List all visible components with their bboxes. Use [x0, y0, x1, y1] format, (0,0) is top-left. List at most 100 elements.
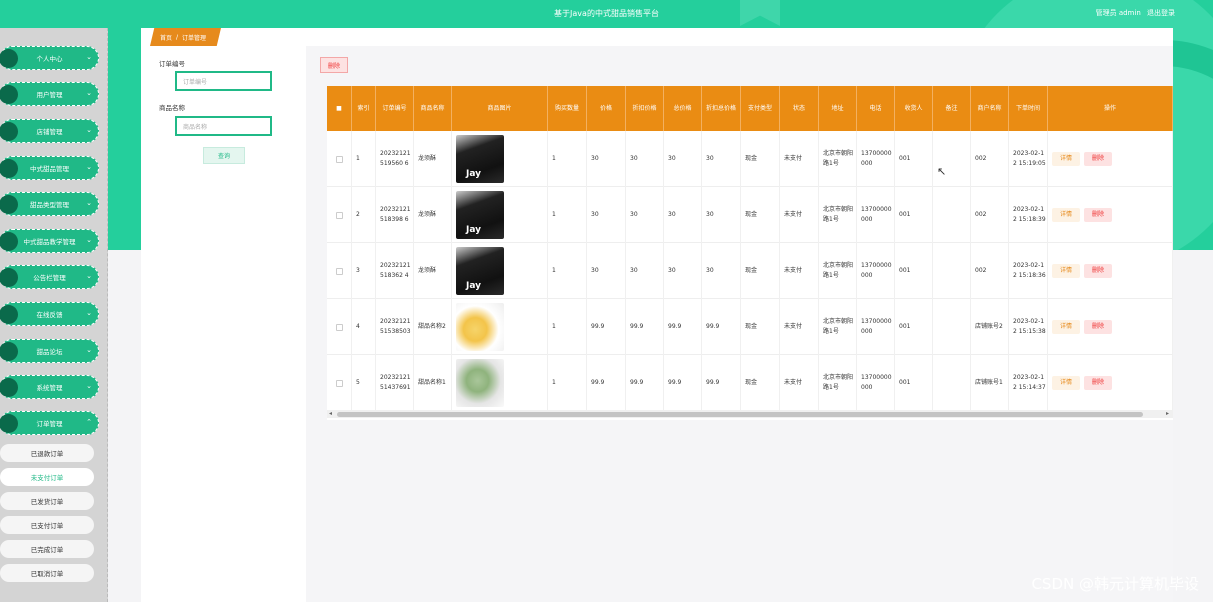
scroll-left-icon[interactable]: ◂	[329, 410, 332, 417]
sidebar-item-6[interactable]: 中式甜品教学管理 ⌄	[0, 229, 99, 253]
product-image-cell	[452, 355, 548, 411]
cell-name: 龙须酥	[414, 187, 452, 243]
cell-status: 未支付	[780, 187, 819, 243]
row-checkbox[interactable]	[335, 323, 343, 331]
delete-button[interactable]: 删除	[1084, 376, 1112, 390]
logout-link[interactable]: 退出登录	[1147, 9, 1175, 17]
cell-pay: 现金	[741, 243, 780, 299]
chevron-down-icon: ⌄	[86, 309, 92, 317]
sidebar-item-label: 系统管理	[36, 384, 63, 392]
submenu-item-4[interactable]: 已支付订单	[0, 516, 94, 534]
cell-pay: 现金	[741, 355, 780, 411]
cell-qty: 1	[548, 299, 587, 355]
breadcrumb: 首页 / 订单管理	[150, 28, 221, 46]
row-actions: 详情 删除	[1048, 243, 1173, 299]
detail-button[interactable]: 详情	[1052, 264, 1080, 278]
delete-button[interactable]: 删除	[1084, 320, 1112, 334]
sidebar-item-9[interactable]: 甜品论坛 ⌄	[0, 339, 99, 363]
chevron-down-icon: ⌄	[86, 53, 92, 61]
detail-button[interactable]: 详情	[1052, 376, 1080, 390]
query-button[interactable]: 查询	[203, 147, 245, 164]
menu-bullet-icon	[0, 342, 18, 361]
cell-qty: 1	[548, 187, 587, 243]
delete-button[interactable]: 删除	[1084, 152, 1112, 166]
menu-bullet-icon	[0, 378, 18, 397]
scroll-right-icon[interactable]: ▸	[1166, 410, 1169, 417]
cell-total: 99.9	[664, 299, 702, 355]
sidebar-item-10[interactable]: 系统管理 ⌄	[0, 375, 99, 399]
submenu-item-2[interactable]: 未支付订单	[0, 468, 94, 486]
chevron-down-icon: ⌄	[86, 89, 92, 97]
menu-bullet-icon	[0, 195, 18, 214]
watermark: CSDN @韩元计算机毕设	[1031, 575, 1199, 593]
cell-phone: 13700000000	[857, 243, 895, 299]
cell-note	[933, 243, 971, 299]
submenu-item-1[interactable]: 已退款订单	[0, 444, 94, 462]
breadcrumb-home[interactable]: 首页	[160, 33, 172, 42]
row-checkbox[interactable]	[335, 379, 343, 387]
cell-name: 甜品名称1	[414, 355, 452, 411]
menu-bullet-icon	[0, 268, 18, 287]
column-header-1: 索引	[352, 86, 376, 131]
cell-pay: 现金	[741, 299, 780, 355]
cell-disc_total: 30	[702, 187, 741, 243]
sidebar-item-label: 中式甜品教学管理	[23, 238, 76, 246]
cell-shop: 002	[971, 187, 1009, 243]
cell-recv: 001	[895, 243, 933, 299]
cell-recv: 001	[895, 299, 933, 355]
submenu-item-3[interactable]: 已发货订单	[0, 492, 94, 510]
column-header-6: 价格	[587, 86, 626, 131]
scrollbar-thumb[interactable]	[337, 412, 1143, 417]
delete-button[interactable]: 删除	[1084, 264, 1112, 278]
order-table: ■ 索引 订单编号 商品名称 商品图片 购买数量 价格 折扣价格 总价格 折扣总价格 支付类型 状态地…	[327, 86, 1173, 420]
column-header-5: 购买数量	[548, 86, 587, 131]
sidebar-item-8[interactable]: 在线反馈 ⌄	[0, 302, 99, 326]
product-name-input[interactable]: 商品名称	[175, 116, 272, 136]
cell-time: 2023-02-12 15:19:05	[1009, 131, 1048, 187]
cell-disc: 99.9	[626, 355, 664, 411]
column-header-0[interactable]: ■	[327, 86, 352, 131]
column-header-14: 收货人	[895, 86, 933, 131]
batch-delete-button[interactable]: 删除	[320, 57, 348, 73]
cell-disc: 30	[626, 187, 664, 243]
sidebar-item-1[interactable]: 个人中心 ⌄	[0, 46, 99, 70]
cell-recv: 001	[895, 355, 933, 411]
detail-button[interactable]: 详情	[1052, 320, 1080, 334]
table-header: ■ 索引 订单编号 商品名称 商品图片 购买数量 价格 折扣价格 总价格 折扣总价格 支付类型 状态地…	[327, 86, 1173, 131]
delete-button[interactable]: 删除	[1084, 208, 1112, 222]
sidebar-item-4[interactable]: 中式甜品管理 ⌄	[0, 156, 99, 180]
row-checkbox[interactable]	[335, 267, 343, 275]
submenu-item-6[interactable]: 已取消订单	[0, 564, 94, 582]
cell-note	[933, 299, 971, 355]
column-header-2: 订单编号	[376, 86, 414, 131]
detail-button[interactable]: 详情	[1052, 208, 1080, 222]
cell-order: 20232121519560 6	[376, 131, 414, 187]
image-caption: Jay	[466, 281, 482, 291]
column-header-10: 支付类型	[741, 86, 780, 131]
row-select-cell	[327, 187, 352, 243]
menu-bullet-icon	[0, 49, 18, 68]
row-select-cell	[327, 243, 352, 299]
sidebar-item-11[interactable]: 订单管理 ⌃	[0, 411, 99, 435]
sidebar-item-7[interactable]: 公告栏管理 ⌄	[0, 265, 99, 289]
sidebar-item-2[interactable]: 用户管理 ⌄	[0, 82, 99, 106]
sidebar-item-3[interactable]: 店铺管理 ⌄	[0, 119, 99, 143]
cell-order: 20232121518362 4	[376, 243, 414, 299]
horizontal-scrollbar[interactable]: ◂ ▸	[327, 410, 1173, 418]
sidebar-item-5[interactable]: 甜品类型管理 ⌄	[0, 192, 99, 216]
chevron-down-icon: ⌄	[86, 126, 92, 134]
cell-shop: 002	[971, 243, 1009, 299]
order-no-input[interactable]: 订单编号	[175, 71, 272, 91]
cell-idx: 2	[352, 187, 376, 243]
detail-button[interactable]: 详情	[1052, 152, 1080, 166]
row-checkbox[interactable]	[335, 211, 343, 219]
product-image-cell: Jay	[452, 243, 548, 299]
menu-bullet-icon	[0, 122, 18, 141]
row-checkbox[interactable]	[335, 155, 343, 163]
table-row: 2 20232121518398 6 龙须酥 Jay 1 30 30 30 30 现金 未支付 北京市…	[327, 187, 1173, 243]
cell-pay: 现金	[741, 187, 780, 243]
chevron-down-icon: ⌄	[86, 236, 92, 244]
submenu-item-5[interactable]: 已完成订单	[0, 540, 94, 558]
cell-shop: 店铺账号1	[971, 355, 1009, 411]
breadcrumb-separator: /	[176, 33, 179, 41]
